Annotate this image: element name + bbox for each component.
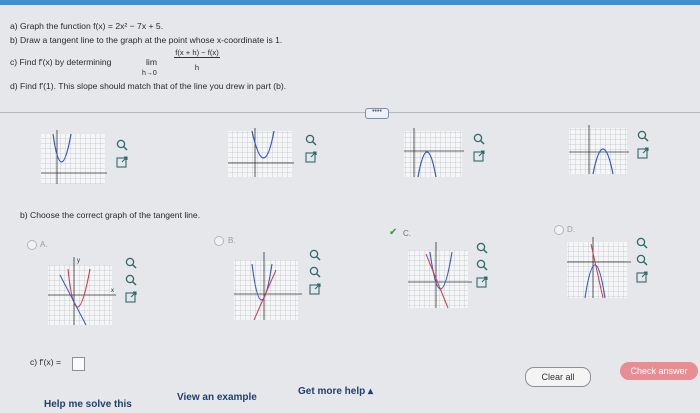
zoom-in-icon[interactable]: [125, 257, 137, 269]
open-external-icon[interactable]: [125, 291, 137, 303]
part-c-answer-input[interactable]: [72, 357, 85, 371]
option-a-tools: [125, 257, 139, 308]
open-external-icon[interactable]: [305, 151, 317, 163]
option-a-graph[interactable]: [44, 255, 120, 327]
open-external-icon[interactable]: [636, 271, 648, 283]
zoom-in-icon[interactable]: [636, 237, 648, 249]
limit-subscript: h→0: [142, 70, 157, 77]
get-more-help-link[interactable]: Get more help ▴: [298, 386, 373, 397]
question-part-c-prefix: c) Find f′(x) by determining: [10, 57, 112, 67]
zoom-out-icon[interactable]: [476, 259, 488, 271]
open-external-icon[interactable]: [473, 150, 485, 162]
part-a-graph-4[interactable]: [565, 124, 631, 176]
option-a-x-axis-label: x: [111, 288, 114, 294]
option-b-tools: [309, 249, 323, 300]
open-external-icon[interactable]: [637, 147, 649, 159]
option-d-label: D.: [567, 225, 575, 234]
option-a-radio[interactable]: [27, 240, 37, 250]
question-part-d: d) Find f′(1). This slope should match t…: [10, 81, 287, 91]
option-d-tools: [636, 237, 650, 288]
limit-numerator: f(x + h) − f(x): [174, 48, 220, 58]
zoom-in-icon[interactable]: [637, 130, 649, 142]
limit-denominator: h: [194, 63, 200, 72]
option-c-label: C.: [403, 229, 411, 238]
part-a-graph-1[interactable]: [35, 128, 110, 186]
option-b-label: B.: [228, 236, 236, 245]
open-external-icon[interactable]: [309, 283, 321, 295]
option-a-y-axis-label: y: [77, 258, 80, 264]
graph-3-tools: [473, 133, 487, 167]
option-b-graph[interactable]: [230, 250, 306, 322]
part-a-graph-3[interactable]: [400, 127, 466, 179]
option-d-radio[interactable]: [554, 225, 564, 235]
zoom-in-icon[interactable]: [305, 134, 317, 146]
question-part-b: b) Draw a tangent line to the graph at t…: [10, 35, 283, 45]
part-c-answer-label: c) f′(x) =: [30, 357, 61, 367]
option-a-label: A.: [40, 240, 48, 249]
part-a-graph-2[interactable]: [222, 127, 297, 179]
option-c-tools: [476, 242, 490, 293]
part-b-prompt: b) Choose the correct graph of the tange…: [20, 210, 201, 220]
option-c-check-icon[interactable]: ✔: [389, 227, 397, 238]
option-b-radio[interactable]: [214, 236, 224, 246]
help-me-solve-link[interactable]: Help me solve this: [44, 399, 132, 410]
zoom-out-icon[interactable]: [125, 274, 137, 286]
expand-dots-button[interactable]: ••••: [365, 108, 389, 119]
clear-all-button[interactable]: Clear all: [525, 367, 591, 387]
zoom-out-icon[interactable]: [636, 254, 648, 266]
option-d-graph[interactable]: [563, 236, 633, 300]
zoom-in-icon[interactable]: [116, 139, 128, 151]
open-external-icon[interactable]: [116, 156, 128, 168]
graph-1-tools: [116, 139, 130, 173]
option-c-graph[interactable]: [404, 240, 474, 310]
zoom-in-icon[interactable]: [473, 133, 485, 145]
graph-2-tools: [305, 134, 319, 168]
view-example-link[interactable]: View an example: [177, 392, 257, 403]
graph-4-tools: [637, 130, 651, 164]
check-answer-button[interactable]: Check answer: [620, 362, 698, 380]
zoom-out-icon[interactable]: [309, 266, 321, 278]
open-external-icon[interactable]: [476, 276, 488, 288]
zoom-in-icon[interactable]: [476, 242, 488, 254]
section-divider: [0, 112, 700, 113]
limit-symbol: lim: [146, 57, 157, 67]
zoom-in-icon[interactable]: [309, 249, 321, 261]
top-accent-bar: [0, 0, 700, 5]
question-part-a: a) Graph the function f(x) = 2x² − 7x + …: [10, 21, 164, 31]
